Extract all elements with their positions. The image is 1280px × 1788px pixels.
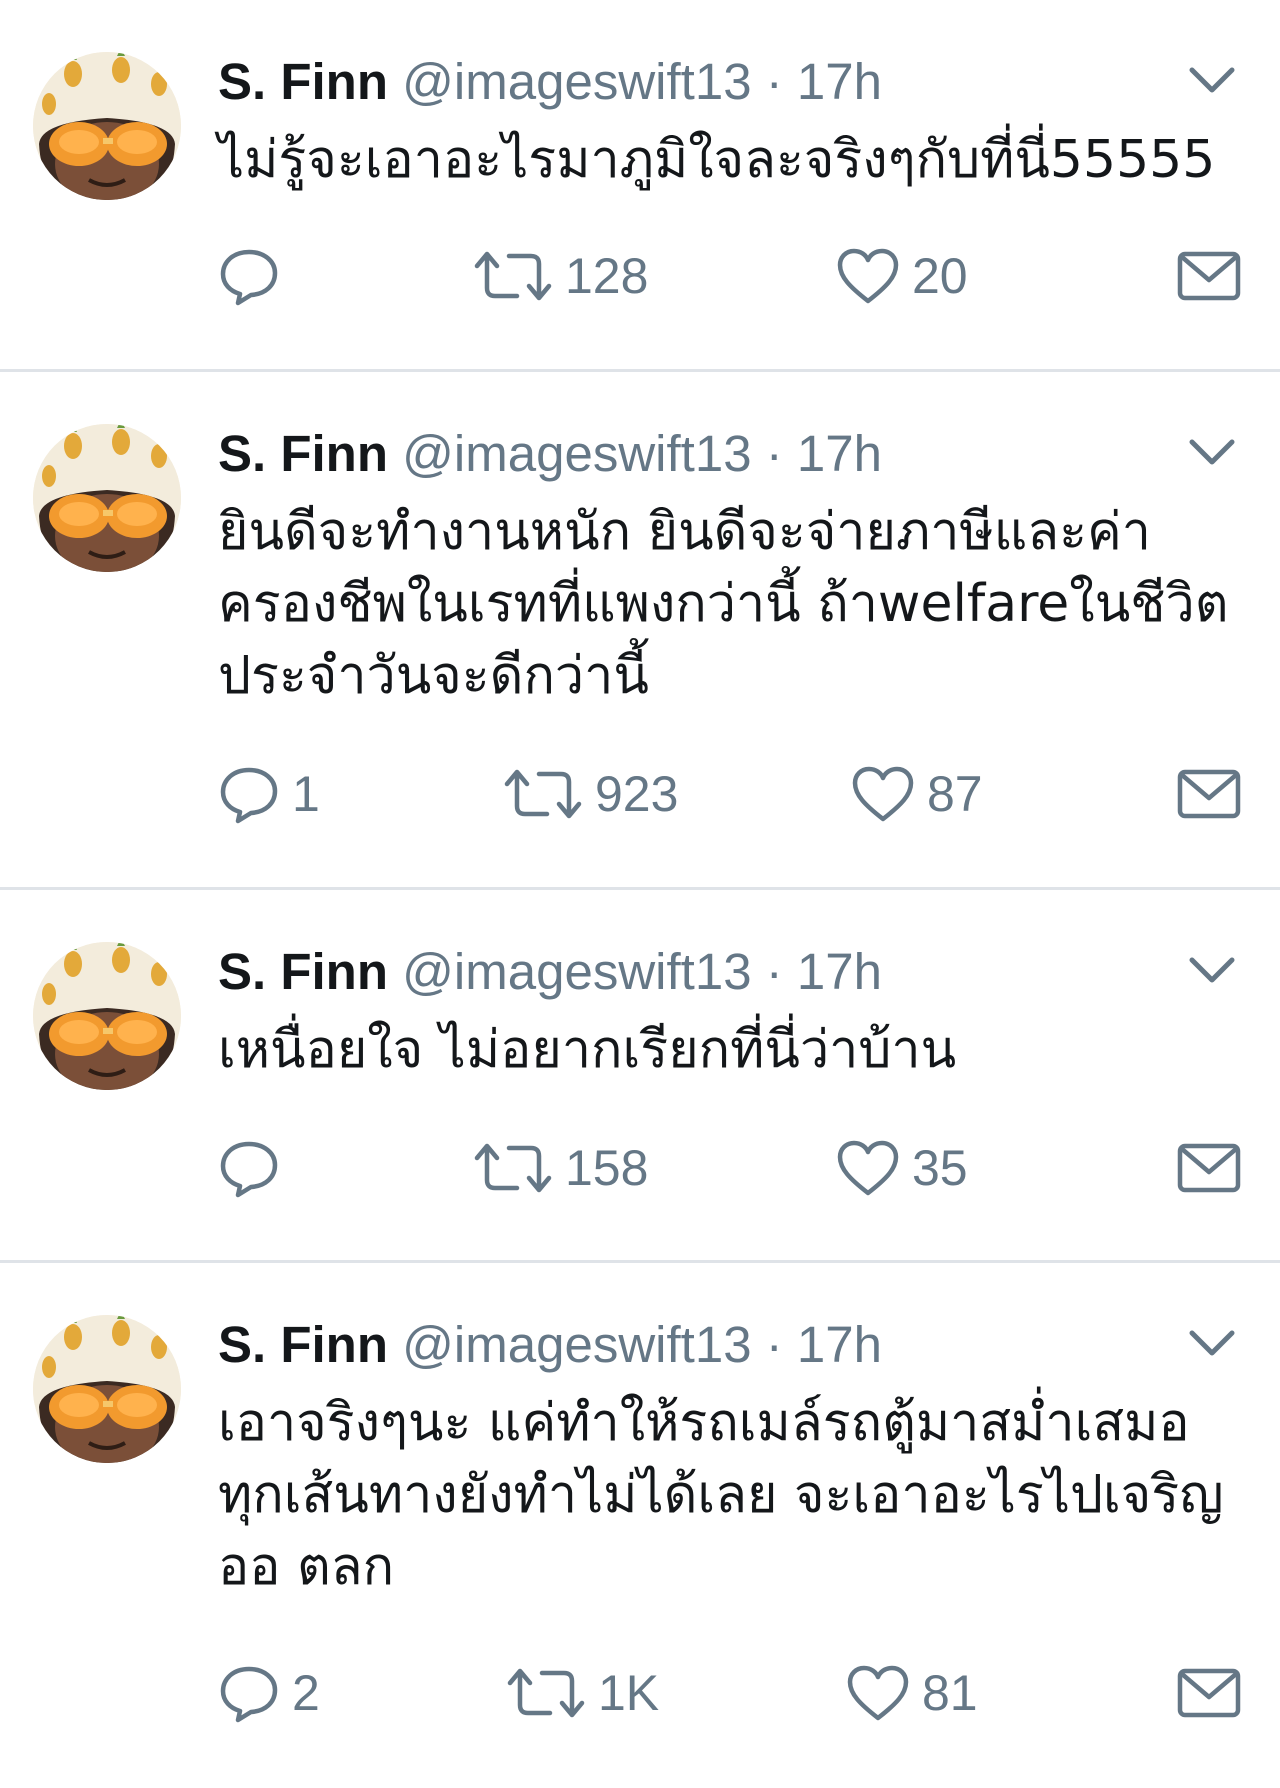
tweet-header: S. Finn @imageswift13 · 17h <box>218 420 882 488</box>
reply-count: 1 <box>292 766 320 822</box>
direct-message-button[interactable] <box>1176 1661 1242 1725</box>
reply-bubble-icon <box>220 1141 278 1198</box>
retweet-button[interactable]: 1K <box>506 1661 659 1725</box>
tweet-text: เหนื่อยใจ ไม่อยากเรียกที่นี่ว่าบ้าน <box>218 1020 957 1080</box>
reply-button[interactable] <box>218 244 292 308</box>
envelope-icon <box>1177 1668 1241 1718</box>
author-name[interactable]: S. Finn <box>218 53 388 110</box>
retweet-count: 158 <box>565 1140 649 1196</box>
reply-bubble-icon <box>220 1666 278 1723</box>
like-button[interactable]: 81 <box>846 1661 978 1725</box>
author-handle[interactable]: @imageswift13 <box>402 1316 751 1373</box>
tweet-actions: 128 20 <box>218 244 1248 308</box>
retweet-arrows-icon <box>507 1668 585 1718</box>
chevron-down-icon[interactable] <box>1186 952 1238 988</box>
tweet[interactable]: S. Finn @imageswift13 · 17h เอาจริงๆนะ แ… <box>0 1263 1280 1788</box>
envelope-icon <box>1177 1143 1241 1193</box>
separator-dot: · <box>765 53 783 110</box>
separator-dot: · <box>765 1316 783 1373</box>
reply-bubble-icon <box>220 249 278 306</box>
author-handle[interactable]: @imageswift13 <box>402 53 751 110</box>
like-count: 35 <box>912 1140 968 1196</box>
avatar[interactable] <box>33 942 181 1090</box>
avatar[interactable] <box>33 52 181 200</box>
timestamp[interactable]: 17h <box>797 425 882 482</box>
like-button[interactable]: 87 <box>851 762 983 826</box>
author-handle[interactable]: @imageswift13 <box>402 943 751 1000</box>
chevron-down-icon[interactable] <box>1186 434 1238 470</box>
retweet-count: 923 <box>595 766 679 822</box>
heart-icon <box>837 1140 899 1196</box>
tweet[interactable]: S. Finn @imageswift13 · 17h ไม่รู้จะเอาอ… <box>0 0 1280 372</box>
like-button[interactable]: 20 <box>836 244 968 308</box>
tweet-actions: 1 923 87 <box>218 762 1248 826</box>
retweet-count: 128 <box>565 248 649 304</box>
heart-icon <box>837 248 899 304</box>
like-count: 81 <box>922 1665 978 1721</box>
reply-button[interactable]: 1 <box>218 762 320 826</box>
retweet-button[interactable]: 128 <box>473 244 648 308</box>
reply-bubble-icon <box>220 767 278 824</box>
tweet-header: S. Finn @imageswift13 · 17h <box>218 48 882 116</box>
separator-dot: · <box>765 425 783 482</box>
like-count: 87 <box>927 766 983 822</box>
timestamp[interactable]: 17h <box>797 943 882 1000</box>
author-name[interactable]: S. Finn <box>218 425 388 482</box>
tweet-actions: 158 35 <box>218 1136 1248 1200</box>
retweet-arrows-icon <box>474 1143 552 1193</box>
like-count: 20 <box>912 248 968 304</box>
author-name[interactable]: S. Finn <box>218 943 388 1000</box>
timestamp[interactable]: 17h <box>797 53 882 110</box>
like-button[interactable]: 35 <box>836 1136 968 1200</box>
chevron-down-icon[interactable] <box>1186 1325 1238 1361</box>
timestamp[interactable]: 17h <box>797 1316 882 1373</box>
separator-dot: · <box>765 943 783 1000</box>
tweet-actions: 2 1K 81 <box>218 1661 1248 1725</box>
envelope-icon <box>1177 251 1241 301</box>
tweet[interactable]: S. Finn @imageswift13 · 17h เหนื่อยใจ ไม… <box>0 890 1280 1263</box>
retweet-arrows-icon <box>474 251 552 301</box>
tweet-header: S. Finn @imageswift13 · 17h <box>218 938 882 1006</box>
avatar[interactable] <box>33 424 181 572</box>
reply-count: 2 <box>292 1665 320 1721</box>
heart-icon <box>847 1665 909 1721</box>
author-handle[interactable]: @imageswift13 <box>402 425 751 482</box>
tweet-header: S. Finn @imageswift13 · 17h <box>218 1311 882 1379</box>
direct-message-button[interactable] <box>1176 244 1242 308</box>
retweet-arrows-icon <box>504 769 582 819</box>
direct-message-button[interactable] <box>1176 1136 1242 1200</box>
tweet-text: ไม่รู้จะเอาอะไรมาภูมิใจละจริงๆกับที่นี่5… <box>218 130 1216 190</box>
direct-message-button[interactable] <box>1176 762 1242 826</box>
tweet-text: เอาจริงๆนะ แค่ทำให้รถเมล์รถตู้มาสม่ำเสมอ… <box>218 1393 1241 1597</box>
tweet-text: ยินดีจะทำงานหนัก ยินดีจะจ่ายภาษีและค่าคร… <box>218 502 1229 706</box>
avatar[interactable] <box>33 1315 181 1463</box>
chevron-down-icon[interactable] <box>1186 62 1238 98</box>
retweet-count: 1K <box>598 1665 660 1721</box>
heart-icon <box>852 766 914 822</box>
author-name[interactable]: S. Finn <box>218 1316 388 1373</box>
envelope-icon <box>1177 769 1241 819</box>
tweet[interactable]: S. Finn @imageswift13 · 17h ยินดีจะทำงาน… <box>0 372 1280 890</box>
retweet-button[interactable]: 158 <box>473 1136 648 1200</box>
reply-button[interactable] <box>218 1136 292 1200</box>
tweet-timeline: S. Finn @imageswift13 · 17h ไม่รู้จะเอาอ… <box>0 0 1280 1788</box>
reply-button[interactable]: 2 <box>218 1661 320 1725</box>
retweet-button[interactable]: 923 <box>503 762 678 826</box>
